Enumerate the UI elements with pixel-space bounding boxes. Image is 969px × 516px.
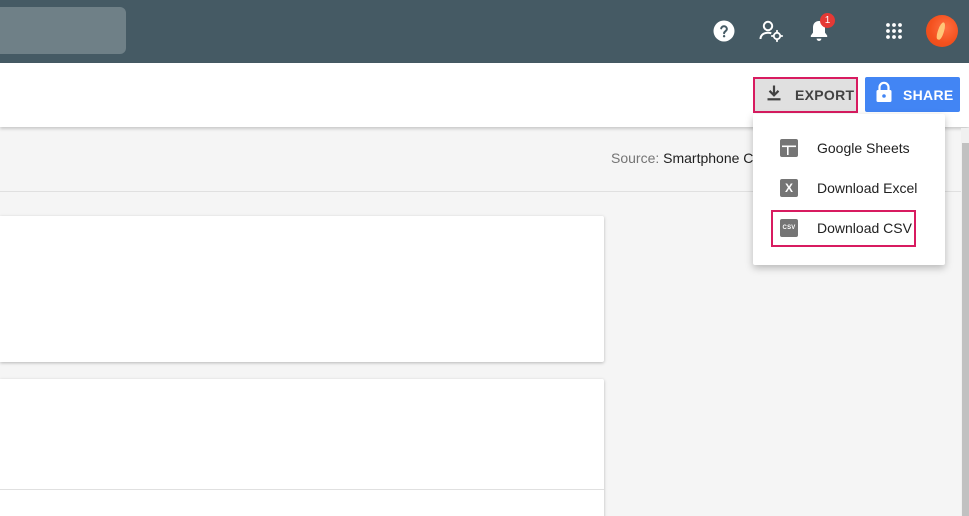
lock-icon (875, 81, 893, 108)
export-button[interactable]: EXPORT (753, 77, 858, 113)
help-icon[interactable] (711, 16, 737, 46)
data-source-line: Source: Smartphone C (611, 150, 756, 166)
scrollbar-thumb[interactable] (962, 143, 969, 516)
source-label: Source: (611, 150, 660, 166)
menu-item-label: Google Sheets (817, 140, 910, 156)
menu-item-label: Download Excel (817, 180, 918, 196)
csv-icon: CSV (780, 219, 798, 237)
notification-badge: 1 (820, 13, 835, 28)
source-value[interactable]: Smartphone C (663, 150, 753, 166)
manage-accounts-icon[interactable] (758, 16, 784, 46)
report-card (0, 379, 604, 516)
share-label: SHARE (903, 86, 954, 103)
menu-item-label: Download CSV (817, 220, 912, 236)
apps-grid-icon[interactable] (881, 16, 907, 46)
export-menu: Google Sheets X Download Excel CSV Downl… (753, 114, 945, 265)
search-box[interactable] (0, 7, 126, 54)
user-avatar[interactable] (926, 15, 958, 47)
share-button[interactable]: SHARE (865, 77, 960, 112)
menu-item-google-sheets[interactable]: Google Sheets (753, 128, 945, 168)
google-sheets-icon (780, 139, 798, 157)
menu-item-download-csv[interactable]: CSV Download CSV (753, 208, 945, 248)
card-divider (0, 489, 604, 490)
download-icon (765, 84, 783, 107)
menu-item-download-excel[interactable]: X Download Excel (753, 168, 945, 208)
excel-icon: X (780, 179, 798, 197)
export-label: EXPORT (795, 87, 855, 103)
report-card (0, 216, 604, 362)
